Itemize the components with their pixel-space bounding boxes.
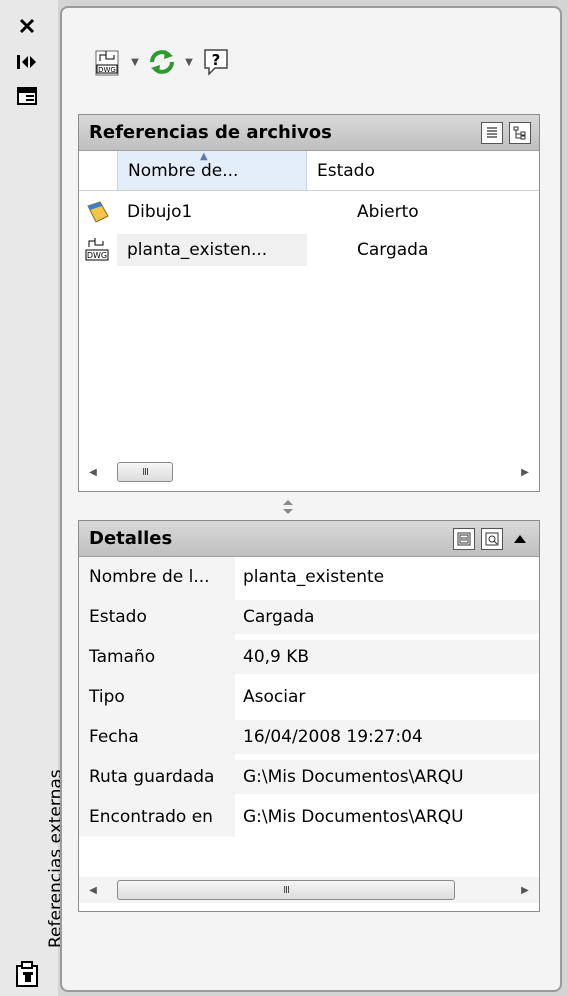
dwg-icon: DWG — [79, 237, 117, 263]
detail-row: Tipo Asociar — [79, 677, 539, 717]
detail-row: Estado Cargada — [79, 597, 539, 637]
help-icon[interactable]: ? — [200, 45, 232, 79]
external-references-palette: DWG ▼ ▼ ? Referencias de archivos ▲ Nomb… — [60, 6, 562, 992]
scroll-left-arrow[interactable]: ◀ — [79, 467, 107, 478]
file-references-header: Referencias de archivos — [79, 115, 539, 151]
auto-hide-icon[interactable] — [12, 50, 42, 74]
detail-row: Tamaño 40,9 KB — [79, 637, 539, 677]
details-header: Detalles — [79, 521, 539, 557]
svg-text:DWG: DWG — [87, 251, 107, 260]
attach-dropdown-arrow[interactable]: ▼ — [128, 45, 142, 79]
details-view-icon[interactable] — [453, 528, 475, 550]
detail-row: Ruta guardada G:\Mis Documentos\ARQU — [79, 757, 539, 797]
file-list-horizontal-scrollbar[interactable]: ◀ III ▶ — [79, 459, 539, 485]
column-name-header[interactable]: ▲ Nombre de... — [117, 151, 307, 190]
column-headers: ▲ Nombre de... Estado — [79, 151, 539, 191]
refresh-dropdown-arrow[interactable]: ▼ — [182, 45, 196, 79]
details-horizontal-scrollbar[interactable]: ◀ III ▶ — [79, 877, 539, 903]
attach-dwg-icon[interactable]: DWG — [92, 45, 124, 79]
scroll-thumb[interactable]: III — [117, 880, 455, 900]
clipboard-icon — [14, 960, 44, 990]
sort-ascending-icon: ▲ — [200, 151, 208, 162]
panel-splitter-icon[interactable] — [276, 496, 300, 518]
detail-row: Fecha 16/04/2008 19:27:04 — [79, 717, 539, 757]
detail-row: Encontrado en G:\Mis Documentos\ARQU — [79, 797, 539, 837]
file-references-title: Referencias de archivos — [89, 122, 332, 143]
toolbar: DWG ▼ ▼ ? — [92, 42, 232, 82]
close-icon[interactable] — [12, 14, 42, 38]
scroll-left-arrow[interactable]: ◀ — [79, 885, 107, 896]
svg-text:DWG: DWG — [98, 66, 116, 74]
file-references-panel: Referencias de archivos ▲ Nombre de... E… — [78, 114, 540, 492]
file-row[interactable]: Dibujo1 Abierto — [79, 193, 539, 231]
refresh-icon[interactable] — [146, 45, 178, 79]
drawing-icon — [79, 200, 117, 224]
file-row[interactable]: DWG planta_existen... Cargada — [79, 231, 539, 269]
preview-icon[interactable] — [481, 528, 503, 550]
details-panel: Detalles Nombre de l... planta_existente… — [78, 520, 540, 912]
tree-view-icon[interactable] — [509, 122, 531, 144]
palette-title-bar: Referencias externas — [0, 0, 66, 996]
scroll-thumb[interactable]: III — [117, 462, 173, 482]
scroll-right-arrow[interactable]: ▶ — [511, 885, 539, 896]
details-title: Detalles — [89, 528, 173, 549]
collapse-up-icon[interactable] — [509, 528, 531, 550]
svg-text:?: ? — [212, 51, 221, 69]
list-view-icon[interactable] — [481, 122, 503, 144]
column-state-header[interactable]: Estado — [307, 151, 539, 190]
scroll-right-arrow[interactable]: ▶ — [511, 467, 539, 478]
detail-row: Nombre de l... planta_existente — [79, 557, 539, 597]
properties-icon[interactable] — [12, 84, 42, 108]
